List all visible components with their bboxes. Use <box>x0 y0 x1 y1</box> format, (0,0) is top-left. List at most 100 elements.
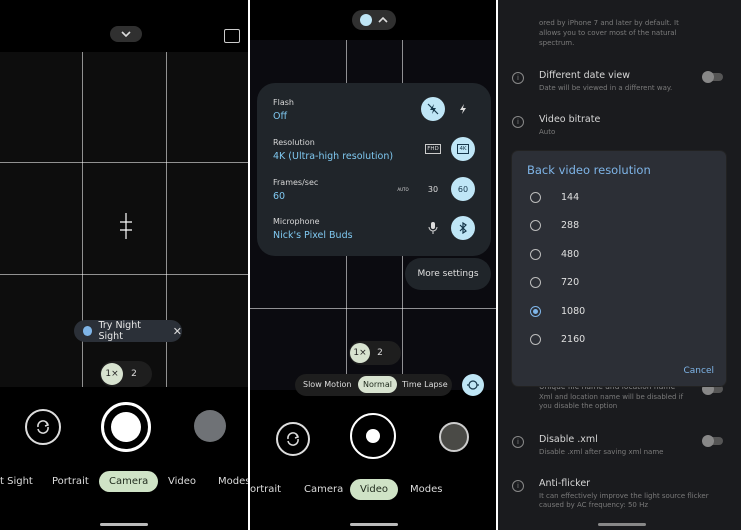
info-icon: i <box>512 72 524 84</box>
settings-panel: ored by iPhone 7 and later by default. I… <box>498 0 741 530</box>
top-description-2: allows you to cover most of the natural <box>539 29 677 37</box>
fps-60-button[interactable]: 60 <box>451 177 475 201</box>
top-description-3: spectrum. <box>539 39 575 47</box>
setting-disable-xml[interactable]: i Disable .xml Disable .xml after saving… <box>512 434 731 462</box>
home-indicator <box>350 523 398 526</box>
more-settings-button[interactable]: More settings <box>405 258 491 290</box>
chevron-down-icon <box>121 31 131 37</box>
zoom-2x-button[interactable]: 2 <box>370 343 390 363</box>
disable-xml-toggle[interactable] <box>702 435 723 447</box>
radio-option-288[interactable]: 288 <box>530 215 579 235</box>
dialog-title: Back video resolution <box>527 163 651 177</box>
setting-subtitle: Xml and location name will be disabled i… <box>539 393 684 401</box>
time-lapse-button[interactable]: Time Lapse <box>402 380 448 389</box>
zoom-selector: 1× 2 <box>349 341 401 365</box>
option-label: 288 <box>561 219 580 231</box>
radio-option-480[interactable]: 480 <box>530 244 579 264</box>
microphone-value: Nick's Pixel Buds <box>273 230 353 241</box>
night-sight-chip[interactable]: Try Night Sight ✕ <box>74 320 182 342</box>
setting-subtitle: you disable the option <box>539 402 618 410</box>
video-panel: Flash Off Resolution 4K (Ultra-high reso… <box>250 0 496 530</box>
setting-title: Disable .xml <box>539 434 598 445</box>
chevron-up-icon <box>378 17 388 23</box>
setting-title: Different date view <box>539 70 630 81</box>
setting-subtitle: caused by AC frequency: 50 Hz <box>539 501 649 509</box>
zoom-1x-button[interactable]: 1× <box>350 343 370 363</box>
flash-icon <box>460 104 466 114</box>
video-mode-selector: Slow Motion Normal Time Lapse <box>295 374 452 396</box>
radio-option-144[interactable]: 144 <box>530 187 579 207</box>
mode-night-sight[interactable]: t Sight <box>0 476 33 487</box>
switch-camera-button[interactable] <box>25 409 61 445</box>
setting-subtitle: Date will be viewed in a different way. <box>539 84 673 92</box>
setting-date-view[interactable]: i Different date view Date will be viewe… <box>512 70 731 98</box>
fps-30-button[interactable]: 30 <box>421 177 445 201</box>
mode-video[interactable]: Video <box>168 476 196 487</box>
setting-title: Video bitrate <box>539 114 601 125</box>
radio-button[interactable] <box>530 219 541 231</box>
flash-label: Flash <box>273 98 294 107</box>
radio-option-1080[interactable]: 1080 <box>530 301 585 321</box>
setting-unique-filename[interactable]: Unique file name and location name Xml a… <box>512 382 731 418</box>
mode-portrait[interactable]: Portrait <box>52 476 89 487</box>
mode-portrait[interactable]: ortrait <box>250 484 281 495</box>
quick-settings-card: Flash Off Resolution 4K (Ultra-high reso… <box>257 83 491 256</box>
radio-button[interactable] <box>530 276 541 288</box>
mic-phone-button[interactable] <box>421 216 445 240</box>
setting-video-bitrate[interactable]: i Video bitrate Auto <box>512 114 731 142</box>
mic-bluetooth-button[interactable] <box>451 216 475 240</box>
mode-video[interactable]: Video <box>350 479 399 500</box>
moon-icon <box>83 326 93 336</box>
setting-title: Anti-flicker <box>539 478 591 489</box>
last-photo-thumbnail[interactable] <box>194 410 226 442</box>
flash-off-button[interactable] <box>421 97 445 121</box>
viewfinder[interactable]: Try Night Sight ✕ <box>0 52 248 387</box>
radio-button-selected[interactable] <box>530 305 541 317</box>
cancel-button[interactable]: Cancel <box>684 366 715 376</box>
radio-option-2160[interactable]: 2160 <box>530 329 585 349</box>
date-view-toggle[interactable] <box>702 71 723 83</box>
radio-button[interactable] <box>530 248 541 260</box>
frames-value: 60 <box>273 191 286 202</box>
flash-on-button[interactable] <box>451 97 475 121</box>
option-label: 144 <box>561 191 580 203</box>
unique-filename-toggle[interactable] <box>702 383 723 395</box>
slow-motion-button[interactable]: Slow Motion <box>303 380 351 389</box>
setting-subtitle: Auto <box>539 128 556 136</box>
info-icon: i <box>512 480 524 492</box>
camera-panel: Try Night Sight ✕ 1× 2 t Sight Portrait … <box>0 0 248 530</box>
switch-camera-button[interactable] <box>276 422 310 456</box>
collapse-button[interactable] <box>352 10 396 30</box>
home-indicator <box>100 523 148 526</box>
gallery-icon[interactable] <box>224 29 240 43</box>
resolution-fhd-button[interactable]: FHD <box>421 137 445 161</box>
radio-button[interactable] <box>530 333 541 345</box>
fps-auto-button[interactable]: AUTO <box>391 177 415 201</box>
zoom-1x-button[interactable]: 1× <box>101 363 123 385</box>
mode-modes[interactable]: Modes <box>410 484 442 495</box>
mode-camera[interactable]: Camera <box>99 471 159 492</box>
4k-icon: 4K <box>457 144 469 154</box>
rotate-camera-icon <box>37 420 50 434</box>
resolution-4k-button[interactable]: 4K <box>451 137 475 161</box>
radio-button[interactable] <box>530 191 541 203</box>
setting-subtitle: It can effectively improve the light sou… <box>539 492 709 500</box>
info-icon: i <box>512 116 524 128</box>
record-button[interactable] <box>350 413 396 459</box>
rotate-camera-icon <box>287 432 300 446</box>
shutter-button[interactable] <box>101 402 151 452</box>
normal-button[interactable]: Normal <box>358 376 397 393</box>
close-icon[interactable]: ✕ <box>173 325 182 338</box>
radio-option-720[interactable]: 720 <box>530 272 579 292</box>
mode-camera[interactable]: Camera <box>304 484 343 495</box>
zoom-2x-button[interactable]: 2 <box>123 363 145 385</box>
last-video-thumbnail[interactable] <box>439 422 469 452</box>
microphone-label: Microphone <box>273 217 320 226</box>
setting-anti-flicker[interactable]: i Anti-flicker It can effectively improv… <box>512 478 731 518</box>
stabilization-button[interactable] <box>462 374 484 396</box>
resolution-dialog: Back video resolution 144 288 480 720 10… <box>512 151 726 386</box>
resolution-label: Resolution <box>273 138 315 147</box>
zoom-selector: 1× 2 <box>100 361 152 387</box>
chevron-down-button[interactable] <box>110 26 142 42</box>
mode-modes[interactable]: Modes <box>218 476 248 487</box>
